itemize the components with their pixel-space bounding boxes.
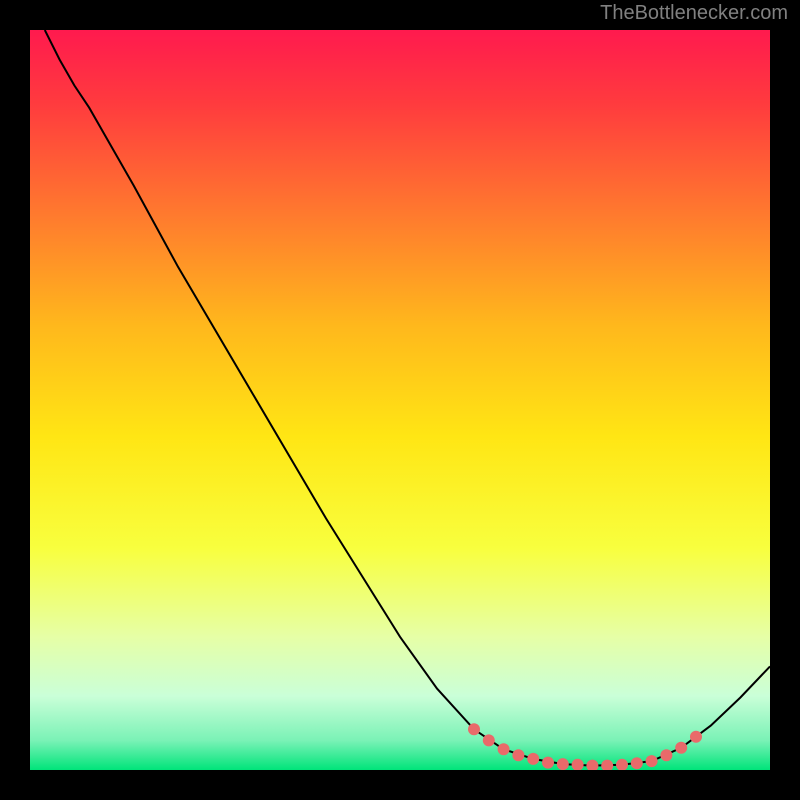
data-marker [631, 757, 643, 769]
chart-container: TheBottlenecker.com [0, 0, 800, 800]
gradient-background [30, 30, 770, 770]
chart-svg [30, 30, 770, 770]
data-marker [675, 742, 687, 754]
data-marker [498, 743, 510, 755]
data-marker [690, 731, 702, 743]
data-marker [646, 755, 658, 767]
data-marker [527, 753, 539, 765]
data-marker [557, 758, 569, 770]
data-marker [542, 757, 554, 769]
data-marker [660, 749, 672, 761]
plot-area [30, 30, 770, 770]
data-marker [483, 734, 495, 746]
watermark-text: TheBottlenecker.com [600, 2, 788, 25]
data-marker [468, 723, 480, 735]
data-marker [512, 749, 524, 761]
